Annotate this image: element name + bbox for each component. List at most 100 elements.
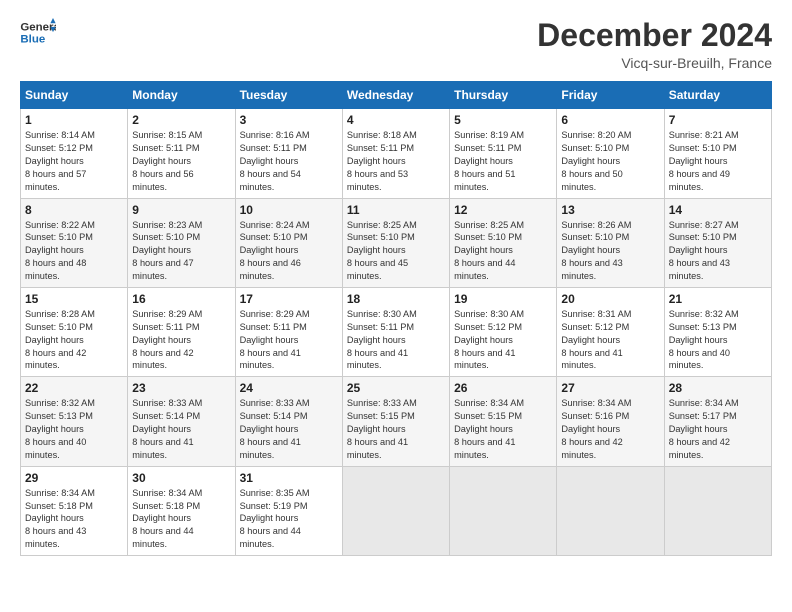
day-info: Sunrise: 8:33 AM Sunset: 5:15 PM Dayligh… (347, 397, 445, 461)
day-number: 19 (454, 292, 552, 306)
table-row: 18 Sunrise: 8:30 AM Sunset: 5:11 PM Dayl… (342, 287, 449, 376)
col-sunday: Sunday (21, 82, 128, 109)
col-tuesday: Tuesday (235, 82, 342, 109)
table-row: 27 Sunrise: 8:34 AM Sunset: 5:16 PM Dayl… (557, 377, 664, 466)
day-number: 30 (132, 471, 230, 485)
day-info: Sunrise: 8:35 AM Sunset: 5:19 PM Dayligh… (240, 487, 338, 551)
col-monday: Monday (128, 82, 235, 109)
table-row: 16 Sunrise: 8:29 AM Sunset: 5:11 PM Dayl… (128, 287, 235, 376)
day-number: 22 (25, 381, 123, 395)
table-row: 20 Sunrise: 8:31 AM Sunset: 5:12 PM Dayl… (557, 287, 664, 376)
day-info: Sunrise: 8:34 AM Sunset: 5:18 PM Dayligh… (132, 487, 230, 551)
day-number: 2 (132, 113, 230, 127)
day-number: 3 (240, 113, 338, 127)
day-info: Sunrise: 8:16 AM Sunset: 5:11 PM Dayligh… (240, 129, 338, 193)
table-row: 6 Sunrise: 8:20 AM Sunset: 5:10 PM Dayli… (557, 109, 664, 198)
table-row: 24 Sunrise: 8:33 AM Sunset: 5:14 PM Dayl… (235, 377, 342, 466)
calendar-week-row: 15 Sunrise: 8:28 AM Sunset: 5:10 PM Dayl… (21, 287, 772, 376)
day-number: 8 (25, 203, 123, 217)
day-number: 16 (132, 292, 230, 306)
day-number: 27 (561, 381, 659, 395)
day-info: Sunrise: 8:29 AM Sunset: 5:11 PM Dayligh… (132, 308, 230, 372)
day-number: 12 (454, 203, 552, 217)
header: General Blue December 2024 Vicq-sur-Breu… (20, 18, 772, 71)
day-number: 5 (454, 113, 552, 127)
title-block: December 2024 Vicq-sur-Breuilh, France (537, 18, 772, 71)
day-info: Sunrise: 8:28 AM Sunset: 5:10 PM Dayligh… (25, 308, 123, 372)
day-number: 11 (347, 203, 445, 217)
table-row: 25 Sunrise: 8:33 AM Sunset: 5:15 PM Dayl… (342, 377, 449, 466)
table-row: 8 Sunrise: 8:22 AM Sunset: 5:10 PM Dayli… (21, 198, 128, 287)
day-number: 25 (347, 381, 445, 395)
day-info: Sunrise: 8:34 AM Sunset: 5:15 PM Dayligh… (454, 397, 552, 461)
calendar-header-row: Sunday Monday Tuesday Wednesday Thursday… (21, 82, 772, 109)
day-info: Sunrise: 8:30 AM Sunset: 5:12 PM Dayligh… (454, 308, 552, 372)
table-row: 15 Sunrise: 8:28 AM Sunset: 5:10 PM Dayl… (21, 287, 128, 376)
month-title: December 2024 (537, 18, 772, 53)
day-number: 14 (669, 203, 767, 217)
day-info: Sunrise: 8:31 AM Sunset: 5:12 PM Dayligh… (561, 308, 659, 372)
calendar-week-row: 22 Sunrise: 8:32 AM Sunset: 5:13 PM Dayl… (21, 377, 772, 466)
day-info: Sunrise: 8:20 AM Sunset: 5:10 PM Dayligh… (561, 129, 659, 193)
day-info: Sunrise: 8:15 AM Sunset: 5:11 PM Dayligh… (132, 129, 230, 193)
day-info: Sunrise: 8:19 AM Sunset: 5:11 PM Dayligh… (454, 129, 552, 193)
table-row: 31 Sunrise: 8:35 AM Sunset: 5:19 PM Dayl… (235, 466, 342, 555)
table-row: 4 Sunrise: 8:18 AM Sunset: 5:11 PM Dayli… (342, 109, 449, 198)
day-info: Sunrise: 8:23 AM Sunset: 5:10 PM Dayligh… (132, 219, 230, 283)
day-info: Sunrise: 8:34 AM Sunset: 5:17 PM Dayligh… (669, 397, 767, 461)
col-saturday: Saturday (664, 82, 771, 109)
table-row (342, 466, 449, 555)
table-row: 13 Sunrise: 8:26 AM Sunset: 5:10 PM Dayl… (557, 198, 664, 287)
table-row: 21 Sunrise: 8:32 AM Sunset: 5:13 PM Dayl… (664, 287, 771, 376)
svg-text:Blue: Blue (20, 34, 45, 46)
day-number: 18 (347, 292, 445, 306)
day-number: 24 (240, 381, 338, 395)
table-row: 10 Sunrise: 8:24 AM Sunset: 5:10 PM Dayl… (235, 198, 342, 287)
table-row: 14 Sunrise: 8:27 AM Sunset: 5:10 PM Dayl… (664, 198, 771, 287)
day-info: Sunrise: 8:25 AM Sunset: 5:10 PM Dayligh… (454, 219, 552, 283)
day-info: Sunrise: 8:32 AM Sunset: 5:13 PM Dayligh… (669, 308, 767, 372)
day-number: 31 (240, 471, 338, 485)
day-number: 29 (25, 471, 123, 485)
table-row: 17 Sunrise: 8:29 AM Sunset: 5:11 PM Dayl… (235, 287, 342, 376)
logo: General Blue (20, 18, 56, 48)
day-number: 9 (132, 203, 230, 217)
table-row: 19 Sunrise: 8:30 AM Sunset: 5:12 PM Dayl… (450, 287, 557, 376)
col-wednesday: Wednesday (342, 82, 449, 109)
table-row: 28 Sunrise: 8:34 AM Sunset: 5:17 PM Dayl… (664, 377, 771, 466)
day-info: Sunrise: 8:22 AM Sunset: 5:10 PM Dayligh… (25, 219, 123, 283)
table-row (450, 466, 557, 555)
day-info: Sunrise: 8:29 AM Sunset: 5:11 PM Dayligh… (240, 308, 338, 372)
day-number: 6 (561, 113, 659, 127)
day-info: Sunrise: 8:26 AM Sunset: 5:10 PM Dayligh… (561, 219, 659, 283)
table-row: 23 Sunrise: 8:33 AM Sunset: 5:14 PM Dayl… (128, 377, 235, 466)
col-thursday: Thursday (450, 82, 557, 109)
table-row: 30 Sunrise: 8:34 AM Sunset: 5:18 PM Dayl… (128, 466, 235, 555)
table-row: 11 Sunrise: 8:25 AM Sunset: 5:10 PM Dayl… (342, 198, 449, 287)
day-info: Sunrise: 8:33 AM Sunset: 5:14 PM Dayligh… (240, 397, 338, 461)
day-info: Sunrise: 8:34 AM Sunset: 5:18 PM Dayligh… (25, 487, 123, 551)
logo-icon: General Blue (20, 18, 56, 48)
day-info: Sunrise: 8:21 AM Sunset: 5:10 PM Dayligh… (669, 129, 767, 193)
day-number: 23 (132, 381, 230, 395)
day-number: 21 (669, 292, 767, 306)
day-number: 17 (240, 292, 338, 306)
table-row: 1 Sunrise: 8:14 AM Sunset: 5:12 PM Dayli… (21, 109, 128, 198)
day-number: 4 (347, 113, 445, 127)
calendar-week-row: 1 Sunrise: 8:14 AM Sunset: 5:12 PM Dayli… (21, 109, 772, 198)
table-row: 5 Sunrise: 8:19 AM Sunset: 5:11 PM Dayli… (450, 109, 557, 198)
calendar-week-row: 8 Sunrise: 8:22 AM Sunset: 5:10 PM Dayli… (21, 198, 772, 287)
day-info: Sunrise: 8:14 AM Sunset: 5:12 PM Dayligh… (25, 129, 123, 193)
col-friday: Friday (557, 82, 664, 109)
table-row (664, 466, 771, 555)
day-info: Sunrise: 8:24 AM Sunset: 5:10 PM Dayligh… (240, 219, 338, 283)
day-number: 13 (561, 203, 659, 217)
day-info: Sunrise: 8:18 AM Sunset: 5:11 PM Dayligh… (347, 129, 445, 193)
calendar: Sunday Monday Tuesday Wednesday Thursday… (20, 81, 772, 556)
table-row: 7 Sunrise: 8:21 AM Sunset: 5:10 PM Dayli… (664, 109, 771, 198)
day-number: 15 (25, 292, 123, 306)
day-number: 10 (240, 203, 338, 217)
day-number: 1 (25, 113, 123, 127)
day-info: Sunrise: 8:30 AM Sunset: 5:11 PM Dayligh… (347, 308, 445, 372)
calendar-week-row: 29 Sunrise: 8:34 AM Sunset: 5:18 PM Dayl… (21, 466, 772, 555)
